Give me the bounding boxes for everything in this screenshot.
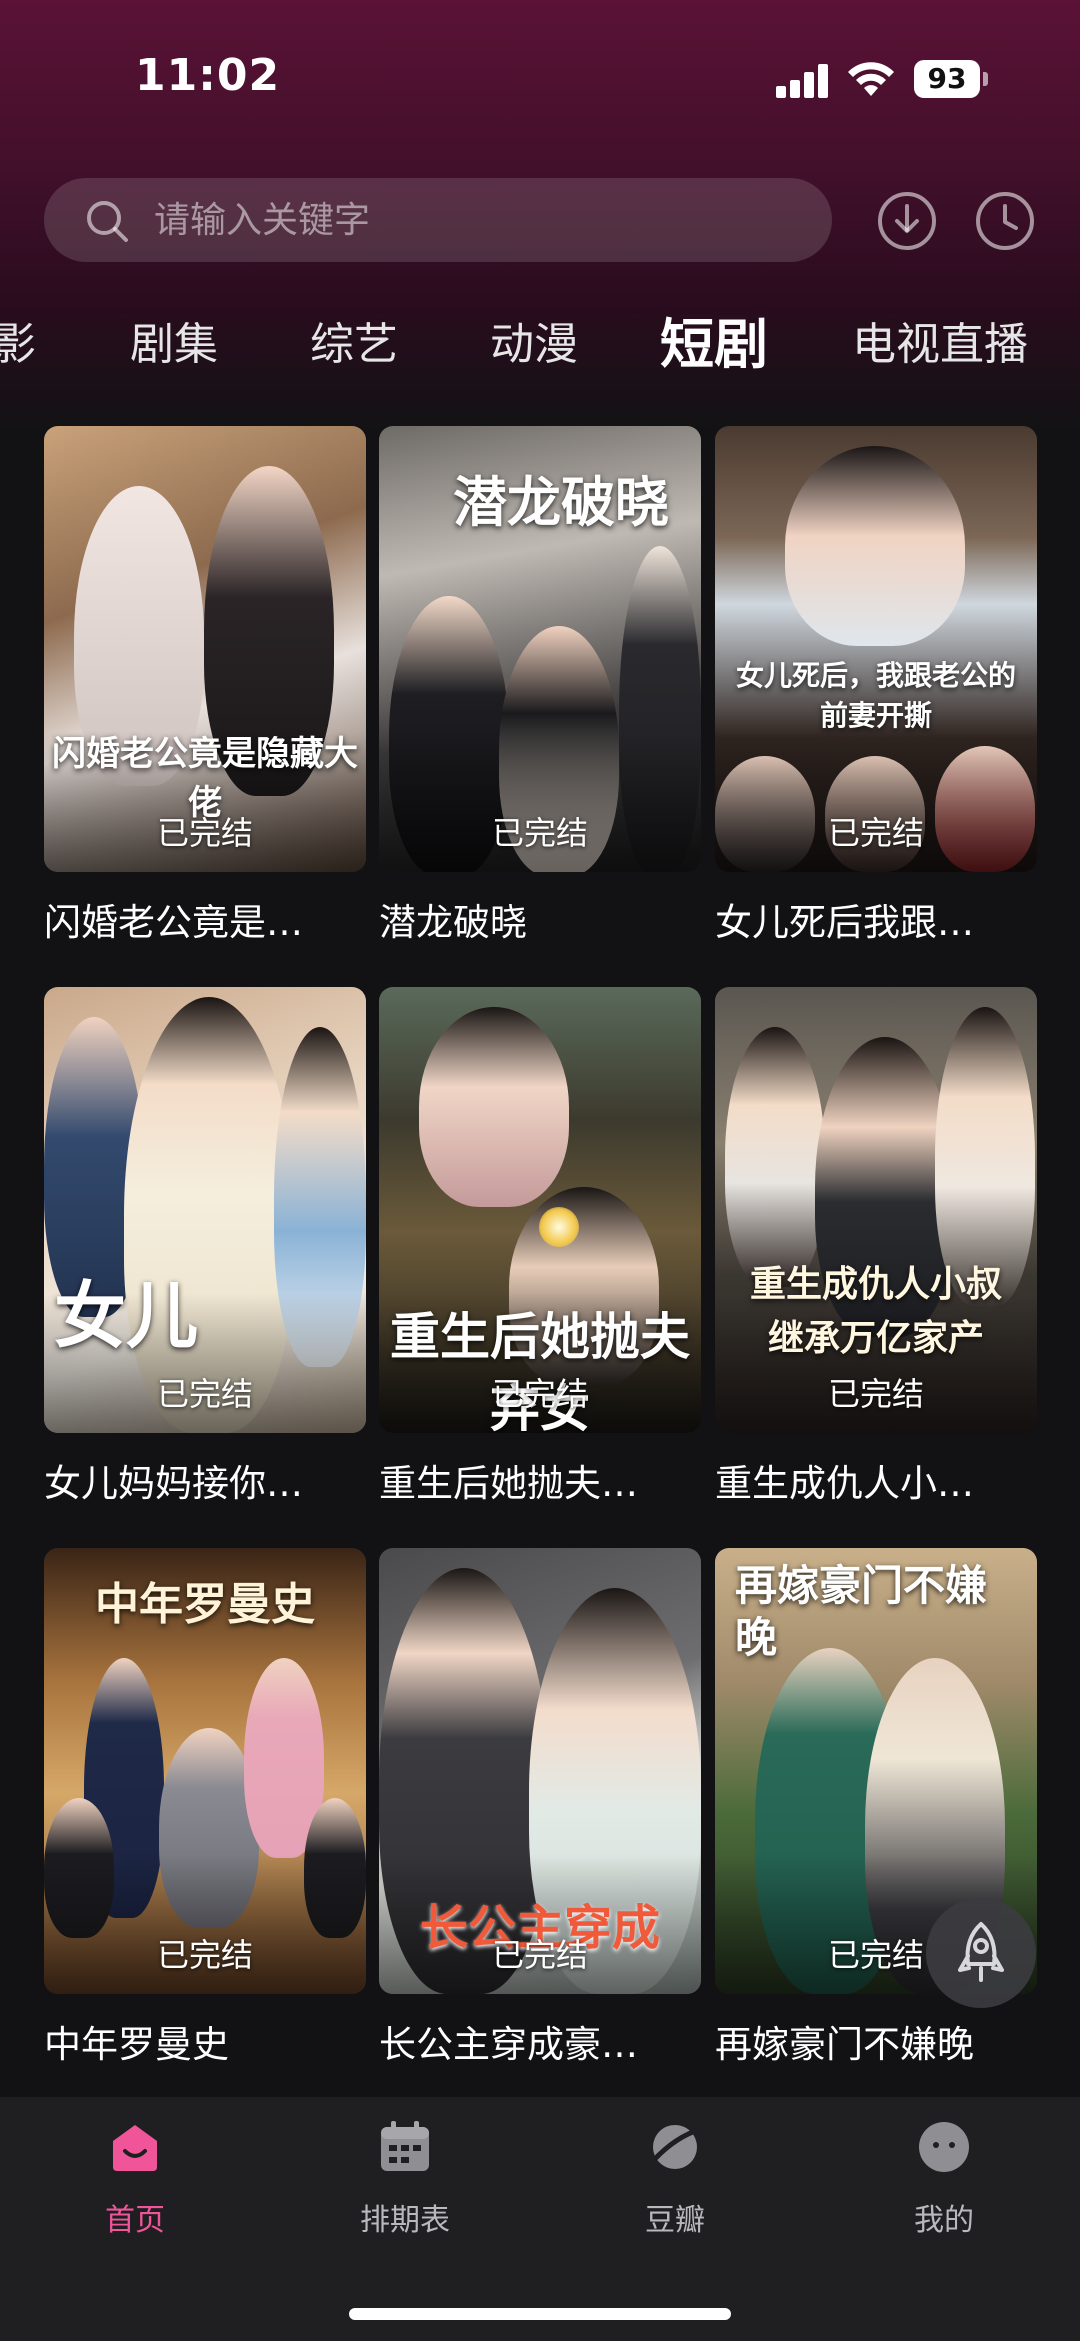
card-title: 重生成仇人小… [715, 1462, 974, 1505]
nav-profile[interactable]: 我的 [864, 2117, 1024, 2247]
planet-icon [650, 2125, 704, 2169]
nav-home[interactable]: 首页 [55, 2117, 215, 2247]
cellular-signal-icon [776, 64, 830, 98]
tab-short-drama[interactable]: 短剧 [660, 300, 768, 390]
nav-label: 首页 [105, 2203, 165, 2238]
wifi-icon [848, 62, 894, 96]
poster-image: 重生成仇人小叔继承万亿家产 已完结 [715, 987, 1037, 1433]
search-bar[interactable] [44, 178, 832, 262]
nav-douban[interactable]: 豆瓣 [595, 2117, 755, 2247]
nav-schedule[interactable]: 排期表 [325, 2117, 485, 2247]
category-tabs: 影 剧集 综艺 动漫 短剧 电视直播 [0, 300, 1080, 390]
poster-title-art: 中年罗曼史 [95, 1579, 315, 1630]
poster-image: 重生后她抛夫弃女 已完结 [379, 987, 701, 1433]
card-title: 中年罗曼史 [44, 2023, 229, 2066]
card-title: 重生后她抛夫… [379, 1462, 638, 1505]
status-label: 已完结 [156, 1375, 253, 1413]
poster-title-art: 女儿死后，我跟老公的前妻开撕 [735, 659, 1016, 732]
poster-title-art: 再嫁豪门不嫌晚 [735, 1561, 988, 1662]
status-time: 11:02 [135, 50, 281, 101]
drama-grid: 闪婚老公竟是隐藏大佬 已完结 闪婚老公竟是… 潜龙破晓 已完结 潜龙破晓 女儿死… [0, 420, 1080, 2100]
tab-series[interactable]: 剧集 [130, 300, 218, 390]
card-title: 女儿妈妈接你… [44, 1462, 303, 1505]
poster-title-art: 潜龙破晓 [453, 470, 669, 534]
card-title: 潜龙破晓 [379, 901, 527, 944]
rocket-icon [958, 1922, 1004, 1982]
nav-label: 排期表 [360, 2203, 450, 2238]
tab-variety[interactable]: 综艺 [310, 300, 398, 390]
status-label: 已完结 [827, 1375, 924, 1413]
history-clock-icon[interactable] [974, 190, 1036, 252]
poster-title-art: 重生成仇人小叔继承万亿家产 [749, 1263, 1002, 1359]
bottom-navigation: 首页 排期表 豆瓣 我的 [0, 2097, 1080, 2341]
card-title: 再嫁豪门不嫌晚 [715, 2023, 974, 2066]
nav-label: 我的 [914, 2203, 974, 2238]
download-icon[interactable] [876, 190, 938, 252]
poster-image: 潜龙破晓 已完结 [379, 426, 701, 872]
status-label: 已完结 [156, 1936, 253, 1974]
nav-label: 豆瓣 [645, 2203, 705, 2238]
battery-indicator: 93 [914, 60, 980, 98]
poster-image: 闪婚老公竟是隐藏大佬 已完结 [44, 426, 366, 872]
status-label: 已完结 [491, 1936, 588, 1974]
status-label: 已完结 [491, 1375, 588, 1413]
battery-nub [983, 72, 988, 86]
profile-face-icon [919, 2122, 969, 2172]
tab-anime[interactable]: 动漫 [490, 300, 578, 390]
search-icon [87, 201, 128, 242]
status-label: 已完结 [156, 814, 253, 852]
card-title: 闪婚老公竟是… [44, 901, 303, 944]
poster-title-art: 女儿 [54, 1273, 199, 1358]
tab-movie[interactable]: 影 [0, 300, 36, 390]
poster-image: 女儿死后，我跟老公的前妻开撕 已完结 [715, 426, 1037, 872]
tab-tv-live[interactable]: 电视直播 [852, 300, 1028, 390]
calendar-icon [381, 2121, 429, 2171]
status-label: 已完结 [491, 814, 588, 852]
poster-image: 中年罗曼史 已完结 [44, 1548, 366, 1994]
poster-image: 长公主穿成 已完结 [379, 1548, 701, 1994]
home-indicator [349, 2308, 731, 2320]
card-title: 长公主穿成豪… [379, 2023, 638, 2066]
home-icon [113, 2125, 157, 2171]
poster-image: 女儿 已完结 [44, 987, 366, 1433]
status-bar: 11:02 93 [0, 0, 1080, 150]
back-to-top-button[interactable] [926, 1898, 1036, 2008]
card-title: 女儿死后我跟… [715, 901, 974, 944]
status-label: 已完结 [827, 814, 924, 852]
search-input[interactable] [154, 178, 794, 262]
